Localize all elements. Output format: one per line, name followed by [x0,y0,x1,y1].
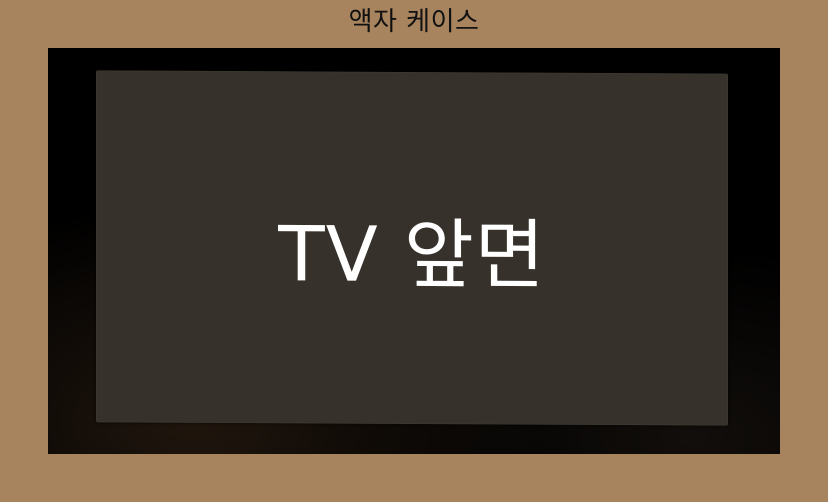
tv-front-label: TV 앞면 [278,209,546,300]
frame-case-page: 액자 케이스 TV 앞면 [0,0,828,502]
tv-frame: TV 앞면 [48,48,780,454]
case-title: 액자 케이스 [348,7,480,37]
tv-screen: TV 앞면 [96,70,728,426]
